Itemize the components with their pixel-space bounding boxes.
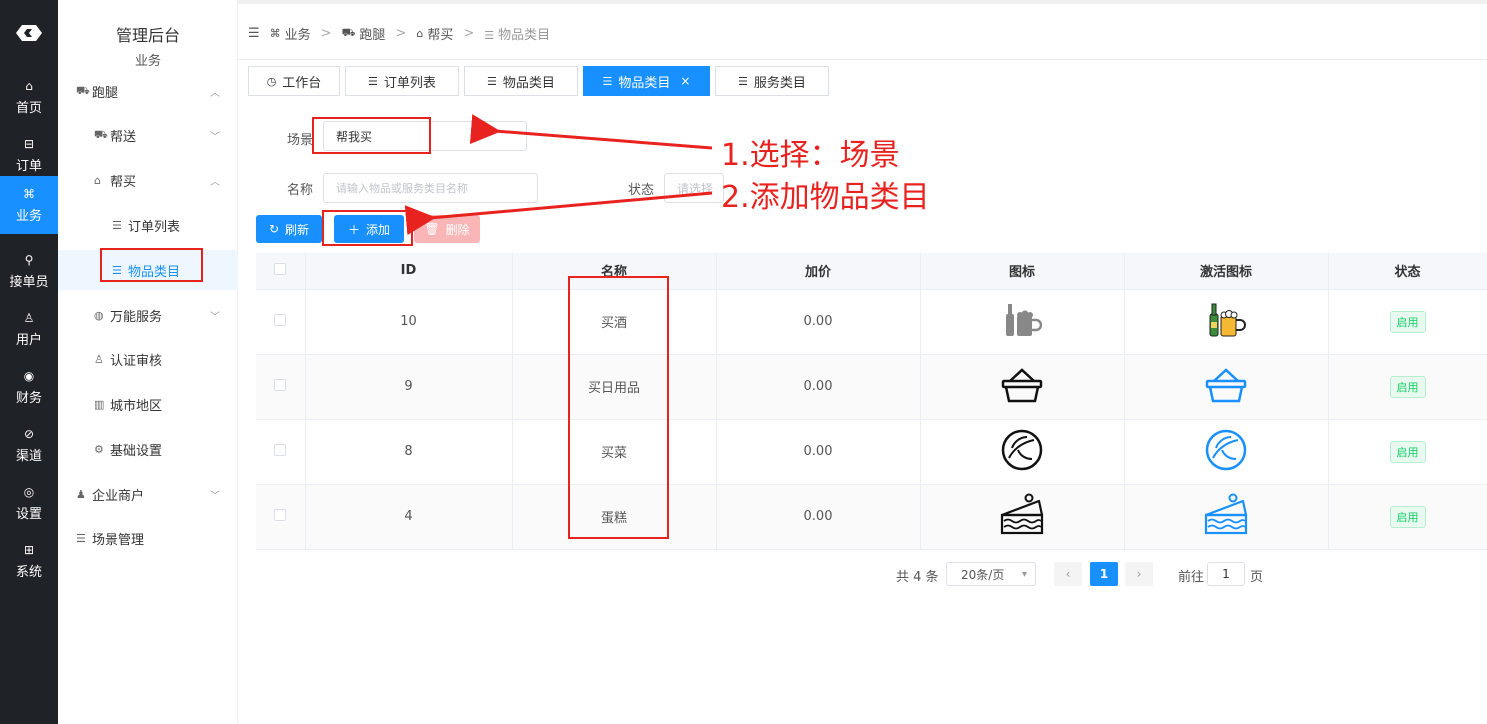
- annotation-step-2: 2.添加物品类目: [721, 180, 930, 215]
- app-root: ⌂ 首页 ⊟ 订单 ⌘ 业务 ⚲ 接单员 ♙ 用户 ◉ 财务 ⊘ 渠道 ◎ 设置: [0, 0, 1487, 724]
- annotation-arrows: [404, 114, 713, 236]
- arrow-to-add: [404, 191, 713, 236]
- annotation-step-1: 1.选择：场景: [721, 138, 900, 173]
- arrow-to-scene: [469, 114, 713, 150]
